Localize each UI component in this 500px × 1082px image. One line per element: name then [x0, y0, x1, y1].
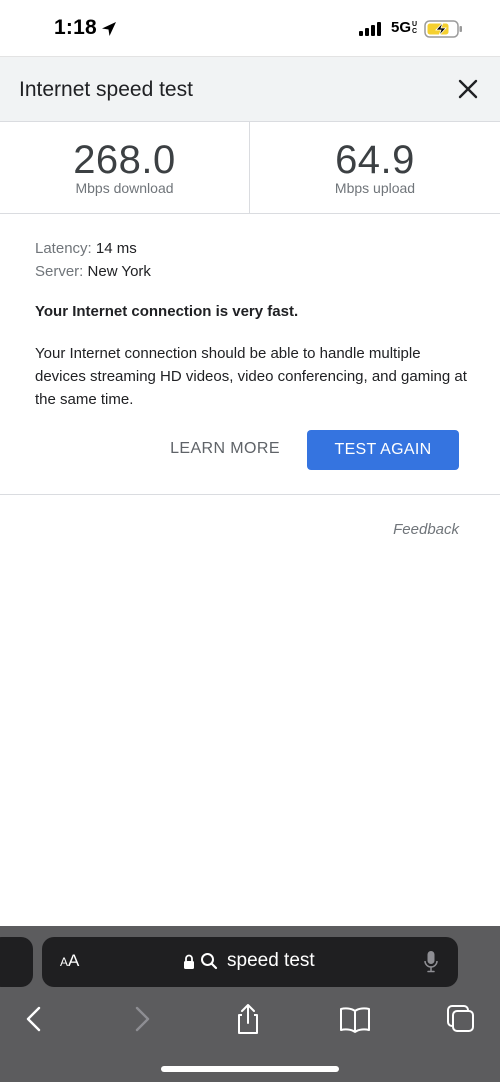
microphone-icon[interactable]	[424, 950, 438, 974]
latency-label: Latency:	[35, 240, 92, 257]
battery-charging-icon	[424, 20, 462, 38]
upload-label: Mbps upload	[334, 180, 416, 196]
latency-line: Latency: 14 ms	[35, 240, 137, 257]
panel-title: Internet speed test	[19, 78, 193, 101]
speed-test-header: Internet speed test	[0, 56, 500, 122]
page-settings-button[interactable]: AA	[60, 951, 79, 971]
result-description: Your Internet connection should be able …	[35, 345, 467, 408]
search-icon	[201, 953, 218, 970]
location-arrow-icon	[102, 22, 116, 36]
close-icon[interactable]	[454, 75, 482, 103]
feedback-link[interactable]: Feedback	[380, 521, 459, 538]
network-type-superscript: UC	[411, 21, 418, 35]
home-indicator	[161, 1066, 339, 1072]
server-line: Server: New York	[35, 263, 151, 280]
speed-results: 268.0 Mbps download 64.9 Mbps upload	[0, 122, 500, 214]
bookmarks-icon[interactable]	[337, 1001, 373, 1037]
latency-value: 14 ms	[95, 240, 137, 257]
lock-icon	[184, 954, 194, 969]
forward-icon[interactable]	[124, 1001, 160, 1037]
download-result: 268.0 Mbps download	[0, 122, 250, 213]
share-icon[interactable]	[230, 1001, 266, 1037]
previous-tab-preview[interactable]	[0, 937, 33, 987]
address-bar[interactable]: AA speed test	[42, 937, 458, 987]
download-value: 268.0	[73, 138, 176, 182]
back-icon[interactable]	[16, 1001, 52, 1037]
address-text: speed test	[227, 950, 315, 971]
status-time: 1:18	[54, 16, 97, 39]
status-bar: 1:18 5G UC	[0, 0, 500, 56]
browser-toolbar: AA speed test	[0, 926, 500, 1082]
download-label: Mbps download	[75, 180, 174, 196]
aa-big: A	[68, 951, 80, 970]
upload-result: 64.9 Mbps upload	[250, 122, 500, 213]
server-label: Server:	[35, 263, 84, 280]
result-details: Latency: 14 ms Server: New York Your Int…	[0, 214, 500, 495]
result-headline: Your Internet connection is very fast.	[35, 303, 299, 320]
tabs-icon[interactable]	[443, 1001, 479, 1037]
upload-value: 64.9	[335, 138, 415, 182]
aa-small: A	[60, 955, 69, 969]
network-type: 5G	[391, 19, 412, 36]
learn-more-button[interactable]: LEARN MORE	[160, 429, 290, 469]
server-value: New York	[87, 263, 151, 280]
cellular-signal-icon	[359, 22, 381, 36]
test-again-button[interactable]: TEST AGAIN	[307, 430, 459, 470]
